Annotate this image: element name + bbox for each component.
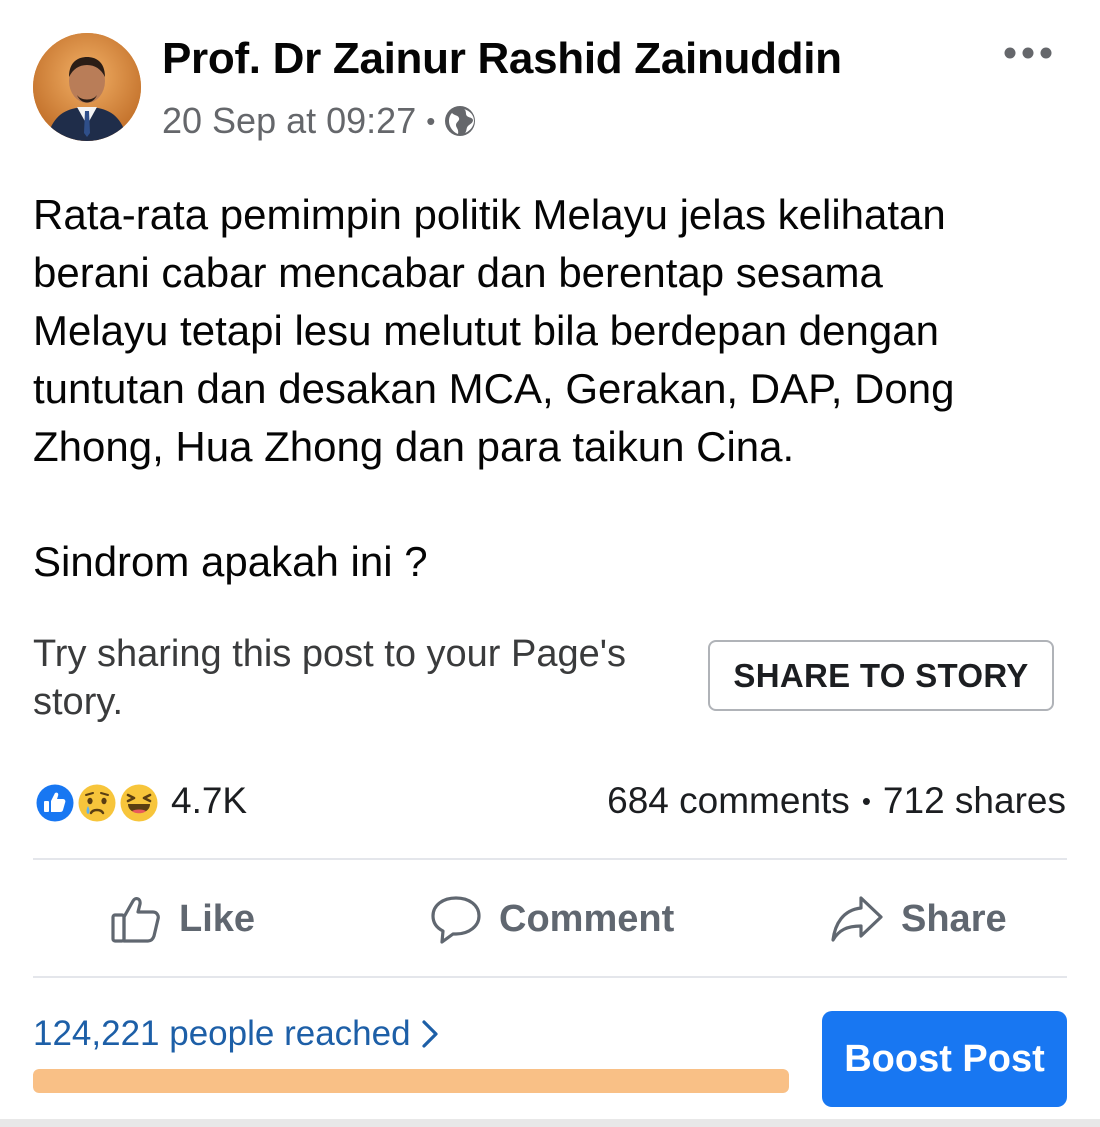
share-to-story-button[interactable]: SHARE TO STORY: [708, 640, 1054, 711]
comment-label: Comment: [499, 897, 675, 940]
reactions-summary[interactable]: 4.7K: [33, 775, 247, 827]
meta-separator: •: [426, 105, 436, 136]
comments-count[interactable]: 684 comments: [607, 780, 850, 822]
author-avatar[interactable]: [33, 33, 141, 141]
boost-post-button[interactable]: Boost Post: [822, 1011, 1067, 1107]
shares-count[interactable]: 712 shares: [883, 780, 1066, 822]
globe-icon: [443, 104, 477, 138]
sad-reaction-icon: [76, 782, 118, 824]
post-meta: 20 Sep at 09:27 •: [162, 98, 477, 144]
engagement-stats: 684 comments • 712 shares: [607, 775, 1066, 827]
chevron-right-icon: [421, 1020, 438, 1048]
post-body-text: Rata-rata pemimpin politik Melayu jelas …: [33, 191, 955, 470]
like-reaction-icon: [34, 782, 76, 824]
post-header: Prof. Dr Zainur Rashid Zainuddin 20 Sep …: [0, 0, 1100, 160]
share-button[interactable]: Share: [829, 862, 1007, 976]
post-question-text: Sindrom apakah ini ?: [33, 538, 428, 585]
people-reached-text: 124,221 people reached: [33, 1014, 411, 1053]
reach-progress-bar: [33, 1069, 789, 1093]
post-timestamp[interactable]: 20 Sep at 09:27: [162, 100, 416, 142]
share-arrow-icon: [831, 896, 883, 942]
more-dots-icon[interactable]: [1000, 38, 1056, 68]
like-label: Like: [179, 897, 256, 940]
people-reached-link[interactable]: 124,221 people reached: [33, 1014, 439, 1054]
reaction-icons: [33, 777, 163, 825]
comment-button[interactable]: Comment: [429, 862, 674, 976]
stats-separator: •: [861, 785, 871, 816]
author-name[interactable]: Prof. Dr Zainur Rashid Zainuddin: [162, 34, 842, 84]
bottom-separator: [0, 1119, 1100, 1127]
thumbs-up-icon: [111, 897, 160, 943]
post-action-bar: Like Comment Share: [33, 862, 1067, 976]
reach-progress-fill: [33, 1069, 789, 1093]
divider-bottom: [33, 976, 1067, 978]
share-label: Share: [901, 897, 1007, 940]
comment-bubble-icon: [431, 896, 481, 944]
story-prompt-text: Try sharing this post to your Page's sto…: [33, 633, 627, 723]
like-button[interactable]: Like: [109, 862, 255, 976]
haha-reaction-icon: [118, 782, 160, 824]
divider-top: [33, 858, 1067, 860]
reaction-count: 4.7K: [171, 780, 248, 821]
